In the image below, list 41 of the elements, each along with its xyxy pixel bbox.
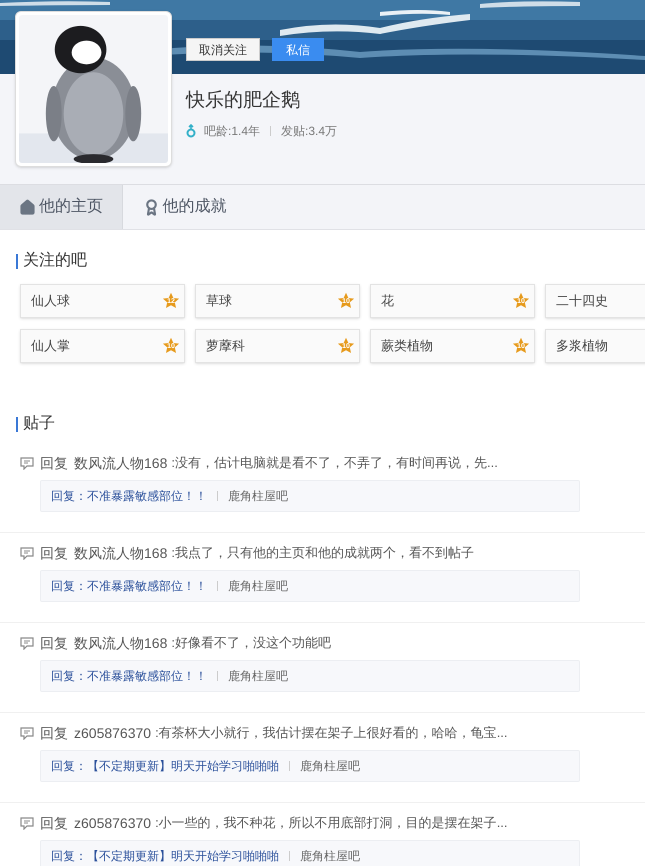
comment-icon [20, 546, 34, 560]
forum-link[interactable]: 鹿角柱屋吧 [228, 667, 288, 685]
post-text: :好像看不了，没这个功能吧 [171, 634, 331, 652]
thread-link[interactable]: 回复：【不定期更新】明天开始学习啪啪啪 [51, 847, 279, 865]
user-link[interactable]: 数风流人物168 [74, 452, 168, 474]
comment-icon [20, 726, 34, 740]
user-name: 快乐的肥企鹅 [186, 89, 301, 113]
profile-stat: 发贴:3.4万 [281, 122, 338, 140]
post-text: :有茶杯大小就行，我估计摆在架子上很好看的，哈哈，龟宝... [155, 724, 508, 742]
action-label: 回复 [40, 544, 68, 562]
section-title: 关注的吧 [23, 250, 87, 271]
action-label: 回复 [40, 454, 68, 472]
user-link[interactable]: 数风流人物168 [74, 542, 168, 564]
tab[interactable]: 他的主页 [0, 185, 123, 229]
post-text: :小一些的，我不种花，所以不用底部打洞，目的是摆在架子... [155, 814, 508, 832]
forum-link[interactable]: 鹿角柱屋吧 [228, 487, 288, 505]
profile-stat: 吧龄:1.4年 [204, 122, 260, 140]
male-icon [186, 124, 196, 138]
action-label: 回复 [40, 724, 68, 742]
forum-link[interactable]: 鹿角柱屋吧 [228, 577, 288, 595]
comment-icon [20, 816, 34, 830]
comment-icon [20, 636, 34, 650]
user-link[interactable]: z605876370 [74, 812, 152, 834]
forum-card[interactable]: 二十四史 [545, 284, 645, 318]
user-link[interactable]: z605876370 [74, 722, 152, 744]
post-text: :没有，估计电脑就是看不了，不弄了，有时间再说，先... [171, 454, 498, 472]
forum-card[interactable]: 多浆植物 [545, 329, 645, 363]
post-text: :我点了，只有他的主页和他的成就两个，看不到帖子 [171, 544, 474, 562]
forum-link[interactable]: 鹿角柱屋吧 [300, 757, 360, 775]
section-title: 贴子 [23, 414, 55, 434]
thread-link[interactable]: 回复：不准暴露敏感部位！！ [51, 487, 207, 505]
forum-link[interactable]: 鹿角柱屋吧 [300, 847, 360, 865]
action-label: 回复 [40, 814, 68, 832]
action-label: 回复 [40, 634, 68, 652]
thread-link[interactable]: 回复：不准暴露敏感部位！！ [51, 667, 207, 685]
tab[interactable]: 他的成就 [123, 185, 246, 229]
home-icon [19, 198, 36, 216]
thread-link[interactable]: 回复：不准暴露敏感部位！！ [51, 577, 207, 595]
comment-icon [20, 456, 34, 470]
thread-link[interactable]: 回复：【不定期更新】明天开始学习啪啪啪 [51, 757, 279, 775]
user-link[interactable]: 数风流人物168 [74, 632, 168, 654]
